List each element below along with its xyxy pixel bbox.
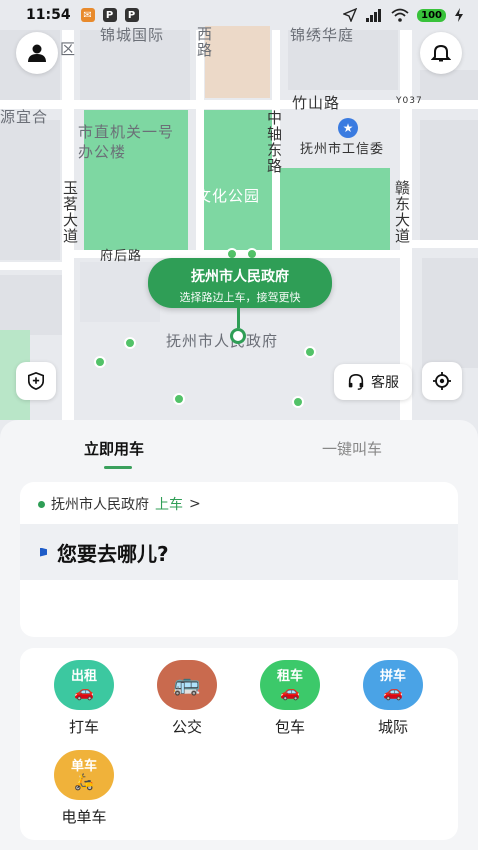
pickup-point-dot[interactable] bbox=[94, 356, 106, 368]
shield-icon bbox=[27, 372, 45, 390]
destination-prompt: 您要去哪儿? bbox=[57, 541, 169, 566]
pickup-dot-icon bbox=[38, 500, 45, 508]
pickup-point-dot[interactable] bbox=[173, 393, 185, 405]
pickup-location-row[interactable]: 抚州市人民政府 上车 > bbox=[38, 494, 201, 514]
bubble-title: 抚州市人民政府 bbox=[191, 269, 289, 285]
map-label: 源宜合 bbox=[0, 108, 49, 126]
service-label: 公交 bbox=[171, 718, 202, 736]
destination-card: 抚州市人民政府 上车 > 您要去哪儿? bbox=[20, 482, 458, 637]
destination-input[interactable]: 您要去哪儿? bbox=[20, 524, 458, 580]
safety-button[interactable] bbox=[16, 362, 56, 400]
services-card: 出租 🚗 打车 🚌 公交 租车 🚗 包车 拼车 🚗 城际 单车 🛵 电单车 bbox=[20, 648, 458, 840]
map-label: 文化公园 bbox=[196, 187, 261, 205]
tab-ride-now[interactable]: 立即用车 bbox=[84, 438, 144, 459]
flag-icon bbox=[40, 547, 47, 557]
pickup-point-dot[interactable] bbox=[292, 396, 304, 408]
ride-tabs: 立即用车 一键叫车 bbox=[0, 420, 478, 478]
customer-service-label: 客服 bbox=[371, 375, 399, 391]
notifications-button[interactable] bbox=[420, 32, 462, 74]
pickup-place: 抚州市人民政府 bbox=[51, 497, 149, 513]
service-label: 打车 bbox=[68, 718, 99, 736]
map-pin-icon bbox=[230, 328, 246, 344]
bubble-subtitle: 选择路边上车，接驾更快 bbox=[179, 291, 301, 304]
government-marker-icon: ★ bbox=[338, 118, 358, 138]
service-ebike[interactable]: 单车 🛵 电单车 bbox=[44, 750, 124, 827]
service-label: 电单车 bbox=[61, 808, 107, 826]
chevron-right-icon: > bbox=[189, 496, 201, 512]
wifi-icon bbox=[391, 8, 409, 22]
map-pin-stem bbox=[237, 306, 240, 328]
map-label: 中轴东路 bbox=[265, 110, 283, 174]
locate-me-button[interactable] bbox=[422, 362, 462, 400]
tab-one-click-call[interactable]: 一键叫车 bbox=[322, 438, 382, 459]
signal-icon bbox=[366, 9, 382, 22]
service-bus[interactable]: 🚌 公交 bbox=[147, 660, 227, 737]
service-charter[interactable]: 租车 🚗 包车 bbox=[250, 660, 330, 737]
bell-icon bbox=[431, 44, 451, 62]
headset-icon bbox=[348, 373, 364, 390]
carpool-icon: 拼车 🚗 bbox=[363, 660, 423, 710]
service-label: 城际 bbox=[377, 718, 408, 736]
status-time: 11:54 bbox=[26, 7, 71, 23]
pickup-location-bubble[interactable]: 抚州市人民政府 选择路边上车，接驾更快 bbox=[148, 258, 332, 308]
map-label: 西路 bbox=[195, 26, 213, 58]
map-label: 抚州市人民政府 bbox=[166, 332, 279, 350]
active-tab-indicator bbox=[104, 466, 132, 469]
ebike-icon: 单车 🛵 bbox=[54, 750, 114, 800]
profile-button[interactable] bbox=[16, 32, 58, 74]
service-label: 包车 bbox=[274, 718, 305, 736]
map-view[interactable]: 区 锦城国际 西路 锦绣华庭 竹山路 Y037 源宜合 市直机关一号办公楼 中轴… bbox=[0, 0, 478, 440]
charging-icon bbox=[455, 8, 463, 22]
map-label: 府后路 bbox=[100, 249, 143, 264]
status-bar: 11:54 ✉ P P 100 bbox=[0, 0, 478, 30]
bottom-sheet: 立即用车 一键叫车 抚州市人民政府 上车 > 您要去哪儿? 出租 🚗 打车 🚌 … bbox=[0, 420, 478, 850]
mail-notification-icon: ✉ bbox=[80, 8, 95, 22]
user-icon bbox=[28, 44, 46, 62]
map-label: 赣东大道 bbox=[393, 180, 411, 244]
car-rental-icon: 租车 🚗 bbox=[260, 660, 320, 710]
map-label: 竹山路 bbox=[292, 94, 341, 112]
pickup-point-dot[interactable] bbox=[124, 337, 136, 349]
location-arrow-icon bbox=[343, 8, 358, 22]
map-label: Y037 bbox=[396, 96, 423, 106]
pickup-point-dot[interactable] bbox=[304, 346, 316, 358]
map-label: 玉茗大道 bbox=[61, 180, 79, 244]
bus-icon: 🚌 bbox=[157, 660, 217, 710]
map-label: 抚州市工信委 bbox=[300, 142, 385, 157]
battery-indicator: 100 bbox=[417, 8, 446, 22]
locate-icon bbox=[433, 372, 451, 390]
map-label: 市直机关一号办公楼 bbox=[78, 123, 175, 161]
taxi-icon: 出租 🚗 bbox=[54, 660, 114, 710]
service-taxi[interactable]: 出租 🚗 打车 bbox=[44, 660, 124, 737]
parking-notification-icon: P bbox=[124, 8, 139, 22]
parking-notification-icon: P bbox=[102, 8, 117, 22]
customer-service-button[interactable]: 客服 bbox=[334, 364, 412, 400]
pickup-board-label: 上车 bbox=[155, 497, 183, 513]
map-label: 区 bbox=[60, 40, 77, 58]
service-intercity[interactable]: 拼车 🚗 城际 bbox=[353, 660, 433, 737]
